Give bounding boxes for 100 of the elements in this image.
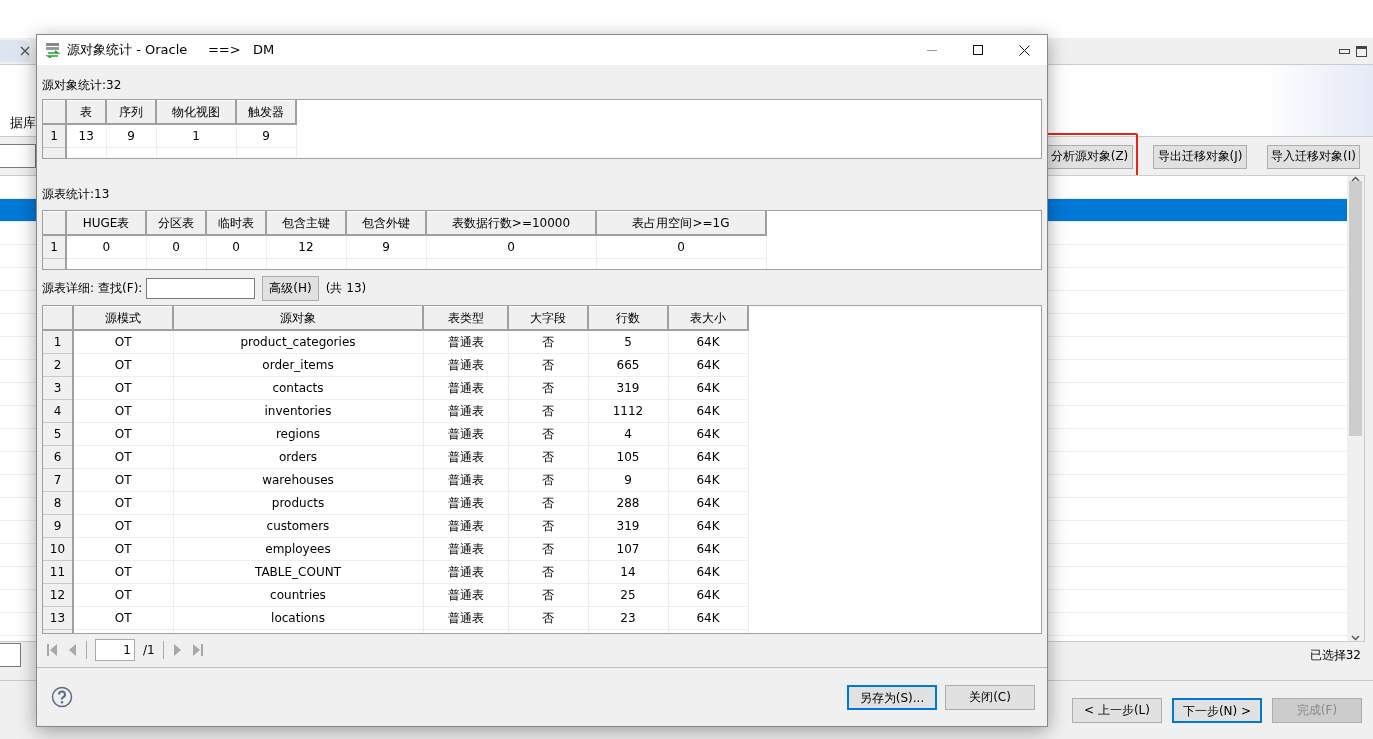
minimize-icon[interactable] (1339, 48, 1350, 54)
table-cell: 普通表 (423, 330, 508, 354)
table-cell: 否 (508, 491, 588, 515)
dialog-button[interactable]: 另存为(S)... (847, 684, 937, 710)
table-cell: 64K (668, 491, 748, 515)
row-number: 2 (43, 353, 73, 377)
dialog-button[interactable]: 关闭(C) (945, 684, 1035, 710)
column-header[interactable]: 包含主键 (266, 211, 346, 235)
table-cell: 14 (588, 560, 668, 584)
maximize-icon[interactable] (1356, 45, 1367, 57)
page-field[interactable]: 1 (95, 639, 135, 661)
column-header[interactable]: 触发器 (236, 100, 296, 124)
table-cell: 64K (668, 422, 748, 446)
table-cell: 0 (206, 235, 266, 259)
row-number: 8 (43, 491, 73, 515)
table-cell: 否 (508, 468, 588, 492)
table-cell: 9 (106, 124, 156, 148)
table-cell: 否 (508, 445, 588, 469)
row-number: 5 (43, 422, 73, 446)
table-cell: OT (73, 560, 173, 584)
column-header[interactable]: 源对象 (173, 306, 423, 330)
table-cell: 否 (508, 560, 588, 584)
table-cell: OT (73, 514, 173, 538)
toolbar-button[interactable]: 导入迁移对象(I) (1267, 144, 1360, 169)
table-cell: 0 (426, 235, 596, 259)
column-header[interactable]: 序列 (106, 100, 156, 124)
table-cell: product_categories (173, 330, 423, 354)
input-field[interactable] (0, 643, 21, 667)
table-cell: 否 (508, 399, 588, 423)
nav-button[interactable]: < 上一步(L) (1072, 698, 1162, 723)
table-cell: 普通表 (423, 491, 508, 515)
table-cell: 1 (156, 124, 236, 148)
column-header[interactable]: 物化视图 (156, 100, 236, 124)
row-number: 13 (43, 606, 73, 630)
column-header[interactable]: 表类型 (423, 306, 508, 330)
table-cell: orders (173, 445, 423, 469)
table-cell: 普通表 (423, 560, 508, 584)
column-header[interactable]: 表占用空间>=1G (596, 211, 766, 235)
table-cell: 319 (588, 514, 668, 538)
table-cell: 普通表 (423, 537, 508, 561)
column-header[interactable]: 分区表 (146, 211, 206, 235)
input-field[interactable] (0, 144, 36, 168)
table-cell: 1112 (588, 399, 668, 423)
table-cell: 64K (668, 445, 748, 469)
maximize-icon[interactable] (973, 45, 983, 55)
table-cell: 普通表 (423, 445, 508, 469)
section-label: 源表详细: (42, 280, 95, 297)
column-header[interactable]: HUGE表 (66, 211, 146, 235)
search-field[interactable] (146, 278, 256, 299)
table-cell: OT (73, 376, 173, 400)
table-cell: 普通表 (423, 468, 508, 492)
table-cell: 64K (668, 353, 748, 377)
table-cell: 否 (508, 537, 588, 561)
advanced-button[interactable]: 高级(H) (262, 276, 319, 301)
column-header[interactable]: 临时表 (206, 211, 266, 235)
count-text: (共 13) (325, 280, 367, 297)
table-cell: 64K (668, 399, 748, 423)
table-cell: 64K (668, 514, 748, 538)
table-cell: regions (173, 422, 423, 446)
table-cell: 普通表 (423, 514, 508, 538)
table-cell: 0 (66, 235, 146, 259)
row-number: 1 (43, 124, 66, 148)
table-cell: 64K (668, 583, 748, 607)
table-cell: 9 (588, 468, 668, 492)
selection-status: 已选择32 (1309, 646, 1361, 664)
table-cell: 319 (588, 376, 668, 400)
table-cell: 64K (668, 468, 748, 492)
table-cell: 64K (668, 537, 748, 561)
scrollbar[interactable] (1347, 176, 1364, 641)
table-cell: 否 (508, 422, 588, 446)
table-cell: 普通表 (423, 606, 508, 630)
table-cell: 否 (508, 330, 588, 354)
close-icon[interactable] (20, 46, 30, 56)
scroll-up-icon[interactable] (1351, 176, 1360, 182)
table-cell: 4 (588, 422, 668, 446)
column-header[interactable]: 表数据行数>=10000 (426, 211, 596, 235)
column-header[interactable]: 表 (66, 100, 106, 124)
scroll-down-icon[interactable] (1351, 635, 1360, 641)
table-cell: OT (73, 445, 173, 469)
table-cell: products (173, 491, 423, 515)
column-header[interactable]: 包含外键 (346, 211, 426, 235)
page-total: /1 (143, 643, 155, 657)
table-cell: order_items (173, 353, 423, 377)
table-cell: 105 (588, 445, 668, 469)
table-cell: 0 (596, 235, 766, 259)
column-header[interactable]: 大字段 (508, 306, 588, 330)
toolbar-button[interactable]: 分析源对象(Z) (1046, 144, 1133, 169)
table-cell: TABLE_COUNT (173, 560, 423, 584)
toolbar-button[interactable]: 导出迁移对象(J) (1153, 144, 1247, 169)
close-icon[interactable] (1018, 44, 1030, 56)
nav-button[interactable]: 下一步(N) > (1172, 698, 1262, 723)
table-cell: inventories (173, 399, 423, 423)
column-header[interactable]: 表大小 (668, 306, 748, 330)
table-cell: OT (73, 491, 173, 515)
table-cell: OT (73, 330, 173, 354)
row-number: 9 (43, 514, 73, 538)
help-icon[interactable] (51, 686, 73, 708)
column-header[interactable]: 源模式 (73, 306, 173, 330)
column-header[interactable]: 行数 (588, 306, 668, 330)
table-cell: 9 (236, 124, 296, 148)
